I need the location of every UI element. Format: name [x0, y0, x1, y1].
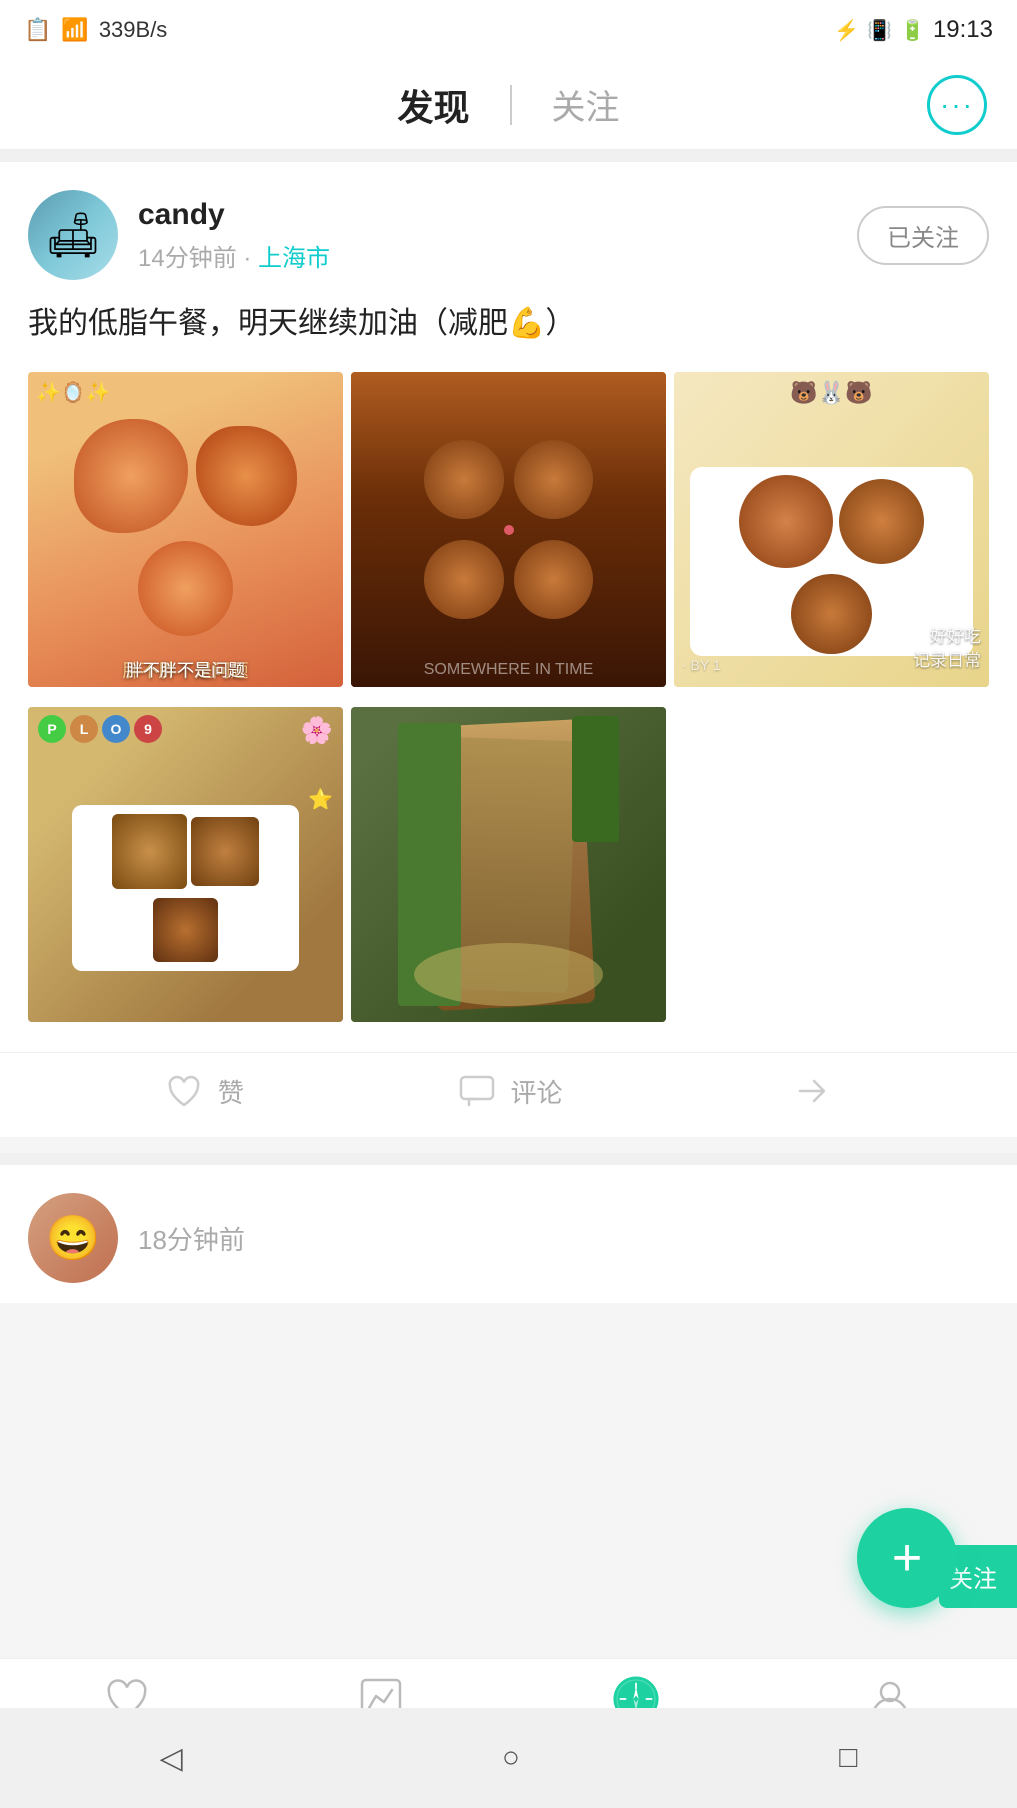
android-nav-bar: ◁ ○ □: [0, 1708, 1017, 1808]
user-location[interactable]: 上海市: [258, 245, 330, 272]
comment-label: 评论: [511, 1073, 563, 1110]
user-name: candy: [138, 198, 837, 232]
sim-icon: 📋: [24, 17, 51, 43]
action-bar: 赞 评论: [0, 1052, 1017, 1137]
share-icon: [792, 1069, 836, 1113]
status-bar: 📋 📶 339B/s ⚡ 📳 🔋 19:13: [0, 0, 1017, 60]
nav-header: 发现 关注 ···: [0, 60, 1017, 150]
tab-discover[interactable]: 发现: [357, 79, 509, 131]
image-grid-row2: P L O 9 🌸 ⭐: [0, 707, 1017, 1022]
second-user-row: 😄 18分钟前: [0, 1165, 1017, 1303]
fab-plus-icon: +: [892, 1532, 922, 1584]
post-image-2[interactable]: SOMEWHERE IN TIME: [351, 372, 666, 687]
status-time: 19:13: [933, 16, 993, 44]
separator-2: [0, 1153, 1017, 1165]
separator-1: [0, 150, 1017, 162]
share-action[interactable]: [661, 1069, 967, 1113]
chat-icon: ···: [940, 89, 974, 121]
post-image-5[interactable]: [351, 707, 666, 1022]
fab-create-button[interactable]: +: [857, 1508, 957, 1608]
recent-button[interactable]: □: [839, 1741, 857, 1775]
tab-follow[interactable]: 关注: [512, 80, 660, 129]
like-action[interactable]: 赞: [50, 1069, 356, 1113]
follow-button[interactable]: 已关注: [857, 206, 989, 265]
second-time-since: 18分钟前: [138, 1220, 245, 1257]
nav-tabs: 发现 关注: [357, 79, 659, 131]
second-post-card: 😄 18分钟前: [0, 1165, 1017, 1303]
heart-icon: [162, 1069, 206, 1113]
home-button[interactable]: ○: [502, 1741, 520, 1775]
second-user-info: 18分钟前: [138, 1220, 245, 1257]
time-since: 14分钟前: [138, 245, 237, 272]
post-text: 我的低脂午餐，明天继续加油（减肥💪）: [0, 300, 1017, 372]
image-grid-row1: 胖不胖不是问题 ✨🪞✨ SOMEWHERE IN TIME 🐻🐰🐻: [0, 372, 1017, 687]
user-meta: 14分钟前 · 上海市: [138, 238, 837, 273]
comment-icon: [455, 1069, 499, 1113]
first-post-card: candy 14分钟前 · 上海市 已关注 我的低脂午餐，明天继续加油（减肥💪）: [0, 162, 1017, 1137]
chat-button[interactable]: ···: [927, 75, 987, 135]
meta-dot: ·: [243, 245, 258, 272]
post-image-4[interactable]: P L O 9 🌸 ⭐: [28, 707, 343, 1022]
status-left: 📋 📶 339B/s: [24, 17, 167, 43]
post-image-3[interactable]: 🐻🐰🐻 好好吃记录日常 · BY 1: [674, 372, 989, 687]
like-label: 赞: [218, 1073, 244, 1110]
user-info: candy 14分钟前 · 上海市: [138, 198, 837, 273]
network-speed: 339B/s: [99, 17, 168, 43]
user-row: candy 14分钟前 · 上海市 已关注: [0, 162, 1017, 300]
second-avatar[interactable]: 😄: [28, 1193, 118, 1283]
comment-action[interactable]: 评论: [356, 1069, 662, 1113]
back-button[interactable]: ◁: [160, 1741, 183, 1776]
image-grid-empty: [674, 707, 989, 1022]
battery-icon: 🔋: [900, 18, 925, 43]
post-image-1[interactable]: 胖不胖不是问题 ✨🪞✨: [28, 372, 343, 687]
status-right: ⚡ 📳 🔋 19:13: [834, 16, 993, 44]
wifi-icon: 📶: [61, 17, 88, 43]
vibrate-icon: 📳: [867, 18, 892, 43]
img1-caption: 胖不胖不是问题: [28, 657, 343, 683]
bluetooth-icon: ⚡: [834, 18, 859, 43]
avatar[interactable]: [28, 190, 118, 280]
